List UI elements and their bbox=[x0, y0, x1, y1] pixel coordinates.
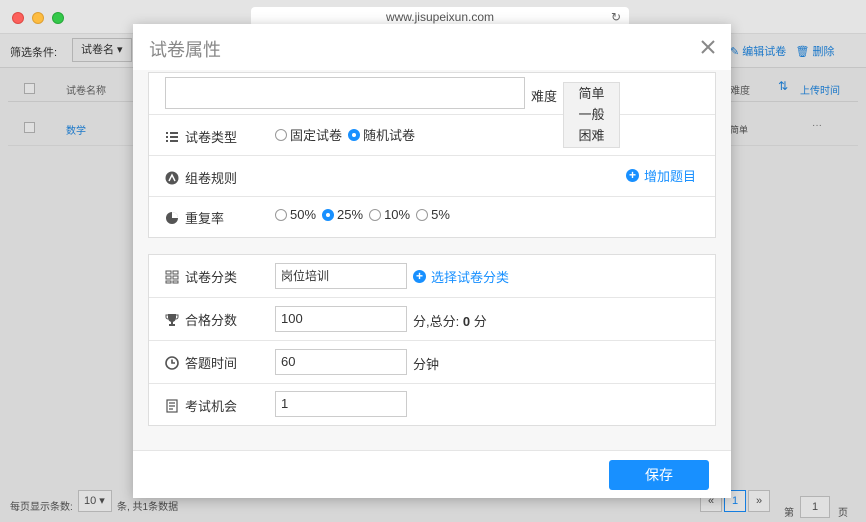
address-text: www.jisupeixun.com bbox=[385, 10, 495, 24]
rule-icon bbox=[165, 171, 179, 185]
type-random-radio[interactable]: 随机试卷 bbox=[348, 125, 415, 144]
difficulty-option-hard[interactable]: 困难 bbox=[564, 125, 619, 146]
time-row: 答题时间 60 分钟 bbox=[149, 341, 715, 384]
exam-rules-panel: 试卷分类 岗位培训 + 选择试卷分类 合格分数 100 分,总分: 0 分 答题… bbox=[148, 254, 716, 426]
time-unit: 分钟 bbox=[413, 357, 440, 372]
category-label-wrap: 试卷分类 bbox=[165, 267, 237, 286]
dialog-title: 试卷属性 bbox=[149, 40, 221, 60]
rule-row: 组卷规则 + 增加题目 bbox=[149, 156, 715, 197]
trophy-icon bbox=[165, 313, 179, 327]
difficulty-label: 难度 bbox=[531, 89, 558, 104]
chances-label: 考试机会 bbox=[185, 399, 238, 414]
time-label-wrap: 答题时间 bbox=[165, 353, 237, 372]
exam-properties-dialog: 试卷属性 难度 简单 一般 困难 试卷类型 固定试卷 随机试卷 组卷规则 + 增… bbox=[133, 24, 731, 498]
type-label-wrap: 试卷类型 bbox=[165, 127, 237, 146]
dialog-body: 难度 简单 一般 困难 试卷类型 固定试卷 随机试卷 组卷规则 + 增加题目 重… bbox=[133, 70, 731, 450]
difficulty-option-easy[interactable]: 简单 bbox=[564, 83, 619, 104]
close-window-button[interactable] bbox=[12, 12, 24, 24]
dialog-footer: 保存 bbox=[133, 450, 731, 498]
repeat-25-radio[interactable]: 25% bbox=[322, 207, 363, 222]
total-score-value: 0 bbox=[462, 314, 471, 329]
pie-icon bbox=[165, 211, 179, 225]
type-radio-group: 固定试卷 随机试卷 bbox=[275, 125, 421, 144]
pass-score-suffix: 分,总分: bbox=[413, 314, 460, 329]
category-row: 试卷分类 岗位培训 + 选择试卷分类 bbox=[149, 255, 715, 298]
clock-icon bbox=[165, 355, 179, 370]
category-input[interactable]: 岗位培训 bbox=[275, 263, 407, 289]
repeat-label: 重复率 bbox=[185, 211, 225, 226]
repeat-5-radio[interactable]: 5% bbox=[416, 207, 450, 222]
total-score-unit: 分 bbox=[473, 314, 487, 329]
difficulty-option-medium[interactable]: 一般 bbox=[564, 104, 619, 125]
pass-score-label: 合格分数 bbox=[185, 313, 238, 328]
name-row: 难度 简单 一般 困难 bbox=[149, 73, 715, 148]
repeat-label-wrap: 重复率 bbox=[165, 208, 224, 227]
minimize-window-button[interactable] bbox=[32, 12, 44, 24]
chances-label-wrap: 考试机会 bbox=[165, 396, 237, 415]
repeat-10-radio[interactable]: 10% bbox=[369, 207, 410, 222]
category-icon bbox=[165, 270, 179, 284]
dialog-header: 试卷属性 bbox=[133, 24, 731, 70]
select-category-label: 选择试卷分类 bbox=[431, 270, 510, 285]
rule-label: 组卷规则 bbox=[185, 171, 238, 186]
plus-circle-icon: + bbox=[413, 270, 426, 283]
maximize-window-button[interactable] bbox=[52, 12, 64, 24]
doc-icon bbox=[165, 398, 179, 413]
type-fixed-radio[interactable]: 固定试卷 bbox=[275, 125, 342, 144]
time-input[interactable]: 60 bbox=[275, 349, 407, 375]
type-label: 试卷类型 bbox=[185, 130, 238, 145]
chances-input[interactable]: 1 bbox=[275, 391, 407, 417]
pass-score-label-wrap: 合格分数 bbox=[165, 310, 237, 329]
exam-name-input[interactable] bbox=[165, 77, 525, 109]
exam-settings-panel: 难度 简单 一般 困难 试卷类型 固定试卷 随机试卷 组卷规则 + 增加题目 重… bbox=[148, 72, 716, 238]
add-question-button[interactable]: + 增加题目 bbox=[626, 166, 696, 185]
pass-score-input[interactable]: 100 bbox=[275, 306, 407, 332]
plus-circle-icon: + bbox=[626, 169, 639, 182]
chances-row: 考试机会 1 bbox=[149, 384, 715, 425]
repeat-radio-group: 50% 25% 10% 5% bbox=[275, 207, 456, 222]
time-label: 答题时间 bbox=[185, 356, 238, 371]
pass-score-row: 合格分数 100 分,总分: 0 分 bbox=[149, 298, 715, 341]
category-label: 试卷分类 bbox=[185, 270, 238, 285]
close-icon[interactable] bbox=[699, 38, 717, 56]
select-category-button[interactable]: + 选择试卷分类 bbox=[413, 267, 509, 286]
list-icon bbox=[165, 130, 179, 144]
rule-label-wrap: 组卷规则 bbox=[165, 168, 237, 187]
total-score-text: 分,总分: 0 分 bbox=[413, 311, 487, 330]
repeat-row: 重复率 50% 25% 10% 5% bbox=[149, 197, 715, 237]
difficulty-listbox[interactable]: 简单 一般 困难 bbox=[563, 82, 620, 148]
repeat-50-radio[interactable]: 50% bbox=[275, 207, 316, 222]
save-button[interactable]: 保存 bbox=[609, 460, 709, 490]
type-row: 试卷类型 固定试卷 随机试卷 bbox=[149, 115, 715, 156]
add-question-label: 增加题目 bbox=[644, 169, 697, 184]
